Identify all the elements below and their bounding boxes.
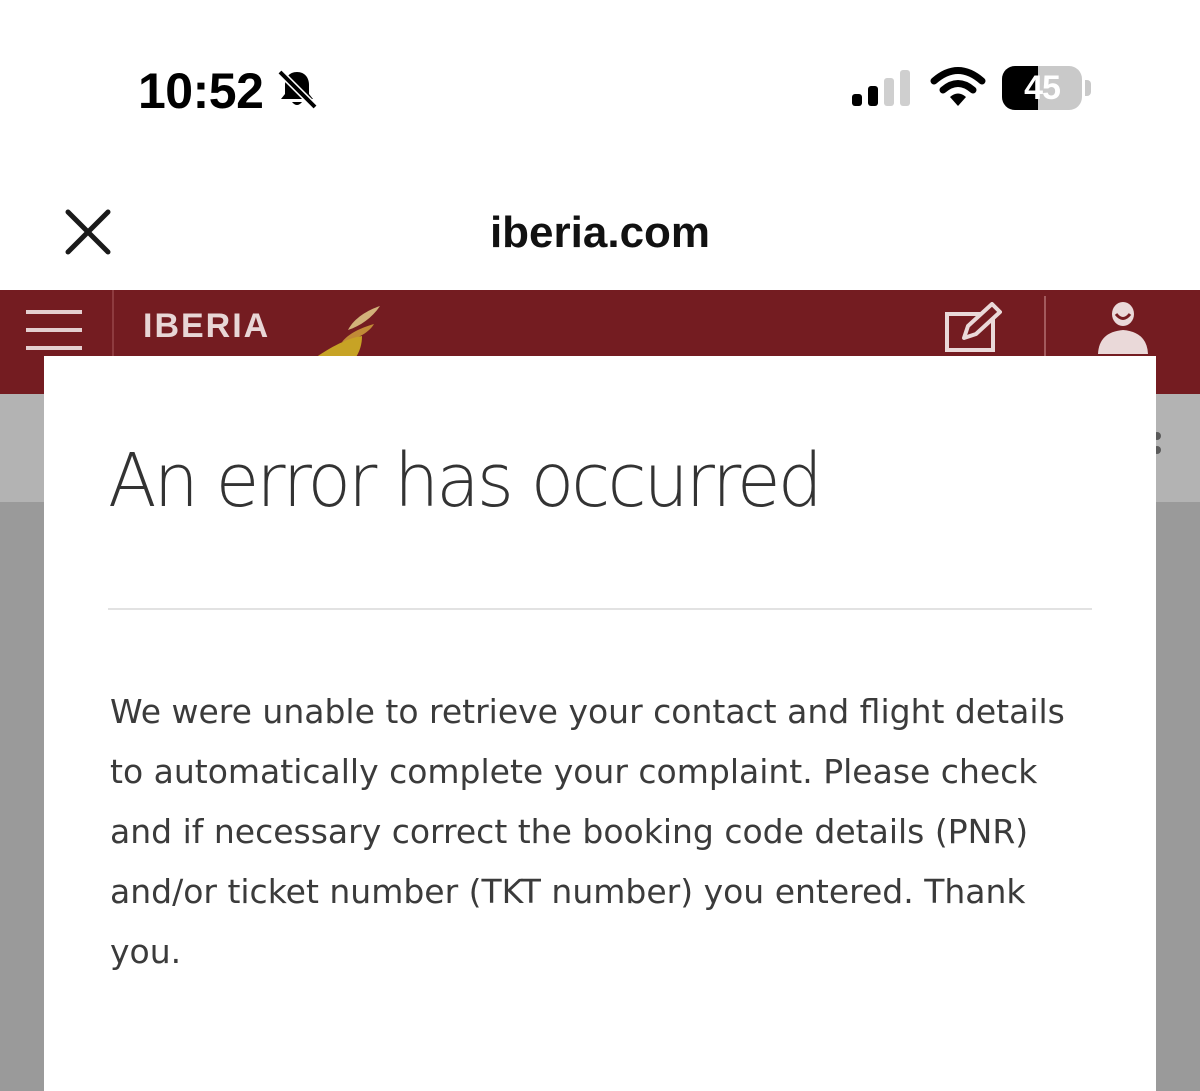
battery-cap: [1085, 80, 1091, 96]
hamburger-menu-icon[interactable]: [26, 308, 84, 352]
browser-header: iberia.com: [0, 180, 1200, 290]
edit-icon[interactable]: [944, 302, 1002, 354]
cellular-signal-icon: [852, 70, 910, 106]
bell-slash-icon: [277, 69, 318, 110]
status-time: 10:52: [138, 63, 264, 119]
iberia-mark-icon: [312, 306, 380, 360]
battery-body: 45: [1002, 66, 1082, 110]
header-divider-right: [1044, 296, 1046, 358]
error-title: An error has occurred: [108, 438, 823, 524]
error-message: We were unable to retrieve your contact …: [110, 692, 1065, 971]
phone-screen: 10:52 45 iberia.com IBERIA An error has …: [0, 0, 1200, 1091]
dialog-divider: [108, 608, 1092, 610]
browser-url-title: iberia.com: [489, 208, 711, 257]
status-bar: 10:52 45: [0, 0, 1200, 180]
wifi-icon: [930, 67, 986, 106]
user-icon[interactable]: [1094, 300, 1152, 356]
battery-level: 45: [1024, 69, 1061, 107]
iberia-logo-text[interactable]: IBERIA: [143, 307, 270, 346]
battery-icon: 45: [1002, 66, 1092, 110]
header-divider: [112, 290, 114, 356]
error-dialog: An error has occurred We were unable to …: [44, 356, 1156, 1091]
